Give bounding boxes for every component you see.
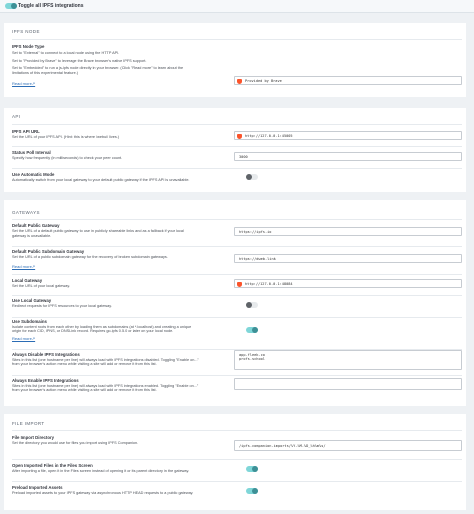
subdomain-gateway-input[interactable]: https://dweb.link bbox=[234, 254, 462, 263]
setting-desc: limitations of this experimental feature… bbox=[12, 71, 79, 75]
local-gateway-input[interactable]: http://127.0.0.1:48084 bbox=[234, 279, 462, 288]
section-title: API bbox=[12, 114, 21, 119]
section-title: GATEWAYS bbox=[12, 210, 40, 215]
setting-local-gateway: Local Gateway Set the URL of your local … bbox=[12, 274, 462, 295]
setting-desc: After importing a file, open it in the F… bbox=[12, 469, 190, 473]
disable-list-textarea[interactable]: app.fleek.co profs.school bbox=[234, 350, 462, 370]
setting-desc: Set to "External" to connect to a local … bbox=[12, 51, 120, 55]
setting-title: Default Public Subdomain Gateway bbox=[12, 249, 85, 254]
public-gateway-input[interactable]: https://ipfs.io bbox=[234, 227, 462, 236]
setting-desc: Preload imported assets to your IPFS gat… bbox=[12, 491, 194, 495]
global-toggle[interactable] bbox=[5, 3, 17, 9]
setting-desc: Set the URL of your local gateway. bbox=[12, 284, 71, 288]
read-more-link[interactable]: Read more↗ bbox=[12, 336, 35, 341]
setting-use-subdomains: Use Subdomains Isolate content roots fro… bbox=[12, 317, 462, 346]
setting-desc: from your browser's action menu while vi… bbox=[12, 388, 157, 392]
brave-lion-icon bbox=[237, 281, 242, 287]
setting-desc: origin for each CID, IPNS, or DNSLink re… bbox=[12, 329, 174, 333]
section-title: IPFS NODE bbox=[12, 29, 40, 34]
setting-title: File Import Directory bbox=[12, 435, 55, 440]
setting-desc: from your browser's action menu while vi… bbox=[12, 362, 157, 366]
setting-open-in-files: Open Imported Files in the Files Screen … bbox=[12, 459, 462, 482]
brave-lion-icon bbox=[237, 78, 242, 84]
section-title: FILE IMPORT bbox=[12, 421, 45, 426]
setting-desc: Set the URL of a public subdomain gatewa… bbox=[12, 255, 168, 259]
setting-desc: gateway is unavailable. bbox=[12, 234, 52, 238]
setting-desc: Set the directory you would use for file… bbox=[12, 441, 139, 445]
poll-interval-input[interactable]: 3000 bbox=[234, 152, 462, 161]
setting-title: Open Imported Files in the Files Screen bbox=[12, 463, 93, 468]
setting-desc: Set to "Provided by Brave" to leverage t… bbox=[12, 59, 147, 63]
brave-lion-icon bbox=[237, 133, 242, 139]
setting-title: Use Automatic Mode bbox=[12, 172, 55, 177]
setting-automatic-mode: Use Automatic Mode Automatically switch … bbox=[12, 168, 462, 191]
setting-preload-assets: Preload Imported Assets Preload imported… bbox=[12, 481, 462, 504]
setting-title: IPFS API URL bbox=[12, 129, 40, 134]
section-api: API IPFS API URL Set the URL of your IPF… bbox=[4, 108, 466, 192]
setting-desc: Set the URL of your IPFS API. (Hint: thi… bbox=[12, 135, 120, 139]
setting-use-local-gateway: Use Local Gateway Redirect requests for … bbox=[12, 295, 462, 314]
setting-poll-interval: Status Poll Interval Specify how frequen… bbox=[12, 146, 462, 169]
setting-title: Use Subdomains bbox=[12, 319, 47, 324]
setting-title: Always Disable IPFS Integrations bbox=[12, 352, 80, 357]
setting-title: Always Enable IPFS Integrations bbox=[12, 378, 79, 383]
setting-title: Local Gateway bbox=[12, 278, 43, 283]
setting-title: Use Local Gateway bbox=[12, 298, 52, 303]
section-gateways: GATEWAYS Default Public Gateway Set the … bbox=[4, 200, 466, 406]
global-toggle-label: Toggle all IPFS integrations bbox=[18, 3, 84, 9]
setting-public-subdomain-gateway: Default Public Subdomain Gateway Set the… bbox=[12, 246, 462, 273]
setting-node-type: IPFS Node Type Set to "External" to conn… bbox=[12, 39, 462, 96]
enable-list-textarea[interactable] bbox=[234, 378, 462, 390]
automatic-mode-toggle[interactable] bbox=[246, 174, 258, 180]
use-subdomains-toggle[interactable] bbox=[246, 327, 258, 333]
setting-always-enable: Always Enable IPFS Integrations Sites in… bbox=[12, 375, 462, 400]
setting-import-directory: File Import Directory Set the directory … bbox=[12, 430, 462, 457]
setting-title: Default Public Gateway bbox=[12, 223, 60, 228]
use-local-gateway-toggle[interactable] bbox=[246, 302, 258, 308]
import-directory-input[interactable]: /ipfs-companion-imports/%Y-%M-%D_%h%m%s/ bbox=[234, 440, 462, 451]
node-type-select[interactable]: Provided by Brave bbox=[234, 76, 462, 85]
setting-public-gateway: Default Public Gateway Set the URL of a … bbox=[12, 219, 462, 242]
setting-desc: Automatically switch from your local gat… bbox=[12, 178, 190, 182]
setting-desc: Redirect requests for IPFS resources to … bbox=[12, 304, 112, 308]
setting-title: Preload Imported Assets bbox=[12, 485, 63, 490]
section-ipfs-node: IPFS NODE IPFS Node Type Set to "Externa… bbox=[4, 23, 466, 97]
api-url-input[interactable]: http://127.0.0.1:45005 bbox=[234, 131, 462, 140]
setting-api-url: IPFS API URL Set the URL of your IPFS AP… bbox=[12, 124, 462, 145]
open-in-files-toggle[interactable] bbox=[246, 466, 258, 472]
section-file-import: FILE IMPORT File Import Directory Set th… bbox=[4, 414, 466, 510]
setting-title: IPFS Node Type bbox=[12, 44, 45, 49]
setting-title: Status Poll Interval bbox=[12, 150, 51, 155]
setting-desc: Specify how frequently (in milliseconds)… bbox=[12, 156, 123, 160]
setting-always-disable: Always Disable IPFS Integrations Sites i… bbox=[12, 349, 462, 374]
top-bar: Toggle all IPFS integrations bbox=[0, 0, 474, 13]
read-more-link[interactable]: Read more↗ bbox=[12, 81, 35, 86]
preload-assets-toggle[interactable] bbox=[246, 488, 258, 494]
read-more-link[interactable]: Read more↗ bbox=[12, 264, 35, 269]
